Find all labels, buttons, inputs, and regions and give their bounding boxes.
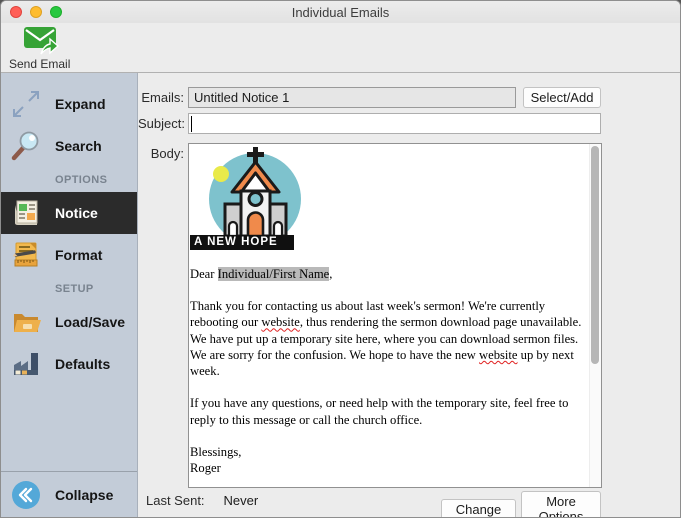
format-icon [9,238,43,272]
select-add-button[interactable]: Select/Add [523,87,601,108]
body-label: Body: [138,146,184,161]
sidebar-item-label: Load/Save [55,314,125,330]
last-sent-label: Last Sent: [146,493,205,508]
toolbar: Send Email [1,23,680,73]
sidebar-item-notice[interactable]: Notice [1,192,137,234]
newspaper-icon [9,196,43,230]
factory-icon [9,347,43,381]
closing-line: Blessings, [190,444,587,460]
main-panel: Emails: Untitled Notice 1 Select/Add Sub… [138,73,680,518]
collapse-button[interactable]: Collapse [1,471,137,518]
sidebar-item-label: Notice [55,205,98,221]
last-sent-value: Never [224,493,259,508]
sidebar-item-label: Expand [55,96,106,112]
sidebar-item-defaults[interactable]: Defaults [1,343,137,385]
paragraph-1: Thank you for contacting us about last w… [190,298,587,379]
folder-icon [9,305,43,339]
body-scrollbar-thumb[interactable] [591,146,599,364]
collapse-label: Collapse [55,487,113,503]
emails-field[interactable]: Untitled Notice 1 [188,87,516,108]
expand-icon [9,87,43,121]
misspelled-word: website [261,315,299,329]
send-email-button[interactable]: Send Email [9,23,70,71]
church-logo: A NEW HOPE [190,146,312,250]
paragraph-2: If you have any questions, or need help … [190,395,587,427]
window-title: Individual Emails [1,5,680,20]
collapse-icon [9,478,43,512]
greeting-line: Dear Individual/First Name, [190,266,587,282]
emails-label: Emails: [138,90,184,105]
sidebar-item-label: Search [55,138,102,154]
sidebar-item-search[interactable]: Search [1,125,137,167]
change-button[interactable]: Change [441,499,516,518]
search-icon [9,129,43,163]
signature-line: Roger [190,460,587,476]
body-editor[interactable]: A NEW HOPE Dear Individual/First Name, T… [188,143,602,488]
subject-label: Subject: [138,116,184,131]
logo-banner-text: A NEW HOPE [190,235,294,250]
app-window: Individual Emails Send Email [0,0,681,518]
sidebar-section-setup: SETUP [1,276,137,301]
sidebar-item-label: Format [55,247,102,263]
email-body-text: Dear Individual/First Name, Thank you fo… [190,266,587,476]
sidebar-item-format[interactable]: Format [1,234,137,276]
sidebar-item-expand[interactable]: Expand [1,83,137,125]
send-email-label: Send Email [9,57,70,71]
merge-field-highlight: Individual/First Name [218,267,330,281]
sidebar-section-options: OPTIONS [1,167,137,192]
subject-input[interactable] [188,113,601,134]
more-options-button[interactable]: More Options [521,491,601,518]
body-scrollbar-track[interactable] [589,144,601,487]
text-caret [191,116,192,132]
titlebar: Individual Emails [1,1,680,23]
send-email-icon [21,23,59,56]
misspelled-word: website [479,348,517,362]
sidebar: Expand Search OPTIONS [1,73,138,518]
sidebar-item-label: Defaults [55,356,110,372]
sidebar-item-load-save[interactable]: Load/Save [1,301,137,343]
